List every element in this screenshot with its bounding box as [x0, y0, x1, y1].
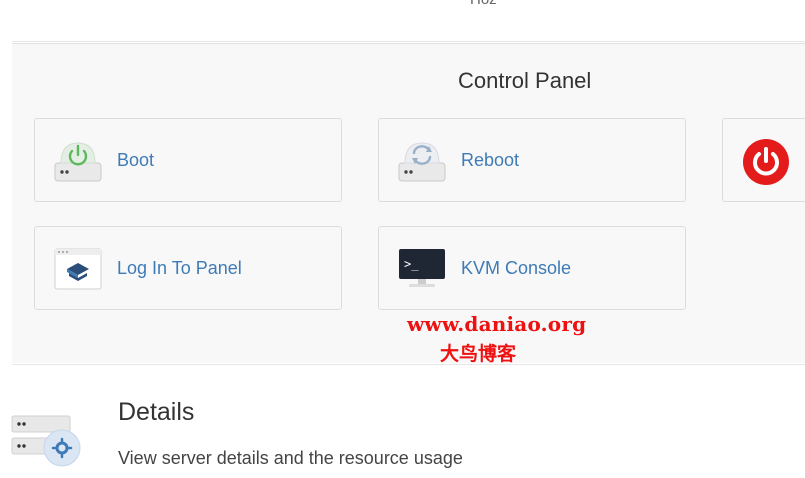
panel-login-icon [53, 247, 103, 291]
server-power-icon [53, 139, 103, 183]
watermark-chinese: 大鸟博客 [440, 343, 517, 365]
top-cut-text: Hoz [470, 0, 497, 8]
watermark-url: www.daniao.org [407, 312, 587, 336]
boot-label: Boot [117, 150, 155, 170]
reboot-button[interactable]: Reboot [378, 118, 686, 202]
server-refresh-icon [397, 139, 447, 183]
control-panel-title: Control Panel [458, 68, 592, 93]
login-panel-label: Log In To Panel [117, 258, 242, 278]
login-panel-button[interactable]: Log In To Panel [34, 226, 342, 310]
terminal-monitor-icon: >_ [397, 247, 447, 291]
kvm-console-label: KVM Console [461, 258, 572, 278]
reboot-label: Reboot [461, 150, 520, 170]
server-control-page: Hoz Control Panel Boot [0, 0, 805, 478]
details-title: Details [118, 398, 195, 426]
boot-button[interactable]: Boot [34, 118, 342, 202]
kvm-console-button[interactable]: >_ KVM Console [378, 226, 686, 310]
top-section: Hoz [12, 0, 805, 42]
svg-text:>_: >_ [404, 257, 419, 271]
power-icon [743, 139, 789, 185]
details-subtitle: View server details and the resource usa… [118, 448, 463, 468]
server-settings-icon [10, 414, 84, 472]
power-off-button[interactable] [722, 118, 805, 202]
